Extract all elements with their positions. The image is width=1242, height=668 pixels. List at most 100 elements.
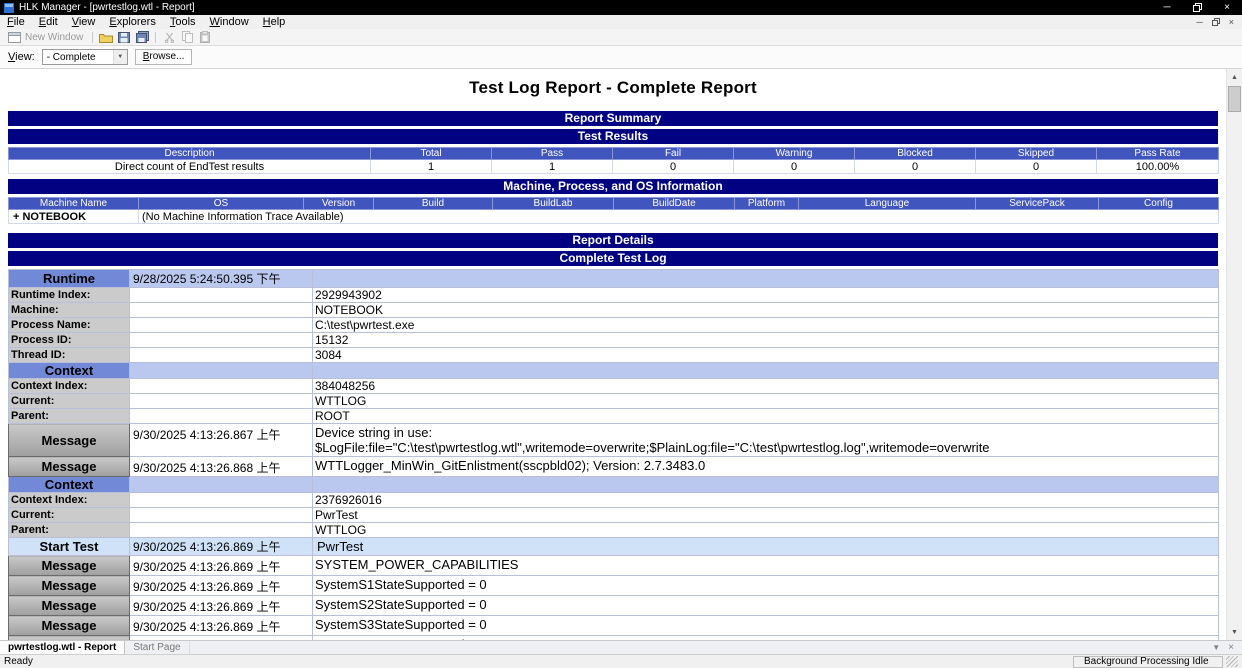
tab-pwrtestlog-wtl-report[interactable]: pwrtestlog.wtl - Report <box>0 641 125 654</box>
log-label-cell: Parent: <box>9 409 130 424</box>
paste-button[interactable] <box>196 30 214 45</box>
result-cell: 100.00% <box>1097 160 1219 174</box>
menubar: FileEditViewExplorersToolsWindowHelp ─ × <box>0 15 1242 29</box>
log-time-cell <box>130 523 313 538</box>
log-value-cell: NOTEBOOK <box>313 303 1219 318</box>
browse-button[interactable]: Browse... <box>135 49 193 65</box>
menu-explorers[interactable]: Explorers <box>102 16 162 28</box>
log-time-cell: 9/30/2025 4:13:26.869 上午 <box>130 596 313 616</box>
column-header: Blocked <box>855 148 976 160</box>
column-header: OS <box>139 198 304 210</box>
mdi-minimize-icon[interactable]: ─ <box>1196 18 1202 27</box>
menu-view[interactable]: View <box>65 16 103 28</box>
save-icon <box>118 32 130 43</box>
log-time-cell <box>130 493 313 508</box>
toolbar: New Window <box>0 29 1242 46</box>
toolbar-separator <box>155 32 156 43</box>
report-content-area: Test Log Report - Complete Report Report… <box>0 69 1242 640</box>
result-cell: 1 <box>492 160 613 174</box>
log-row-message: Message9/30/2025 4:13:26.869 上午SystemS3S… <box>9 616 1219 636</box>
machine-info-header: Machine, Process, and OS Information <box>8 179 1218 194</box>
column-header: ServicePack <box>976 198 1099 210</box>
log-time-cell <box>130 477 313 493</box>
close-tab-icon[interactable]: × <box>1228 643 1234 653</box>
menubar-items: FileEditViewExplorersToolsWindowHelp <box>0 15 292 29</box>
close-button[interactable]: × <box>1212 0 1242 15</box>
window-controls: ─ × <box>1152 0 1242 15</box>
log-time-cell: 9/30/2025 4:13:26.869 上午 <box>130 616 313 636</box>
column-header: Description <box>9 148 371 160</box>
log-time-cell <box>130 348 313 363</box>
log-value-cell: 15132 <box>313 333 1219 348</box>
scroll-down-arrow-icon[interactable]: ▼ <box>1227 624 1242 640</box>
titlebar: HLK Manager - [pwrtestlog.wtl - Report] … <box>0 0 1242 15</box>
tabstrip-controls: ▼ × <box>1212 641 1242 654</box>
document-tabstrip: pwrtestlog.wtl - ReportStart Page ▼ × <box>0 640 1242 654</box>
restore-button[interactable] <box>1182 0 1212 15</box>
log-row-section: Runtime9/28/2025 5:24:50.395 下午 <box>9 270 1219 288</box>
menu-tools[interactable]: Tools <box>163 16 203 28</box>
column-header: Pass <box>492 148 613 160</box>
menu-file[interactable]: File <box>0 16 32 28</box>
log-label-cell: Message <box>9 424 130 457</box>
save-all-button[interactable] <box>133 30 151 45</box>
column-header: Warning <box>734 148 855 160</box>
test-results-header-row: DescriptionTotalPassFailWarningBlockedSk… <box>9 148 1219 160</box>
log-label-cell: Context <box>9 477 130 493</box>
log-value-cell: SystemS3StateSupported = 0 <box>313 616 1219 636</box>
menu-edit[interactable]: Edit <box>32 16 65 28</box>
log-row-message: Message9/30/2025 4:13:26.867 上午Device st… <box>9 424 1219 457</box>
menu-help[interactable]: Help <box>256 16 293 28</box>
resize-grip[interactable] <box>1226 656 1238 667</box>
new-window-icon <box>8 32 21 43</box>
log-label-cell: Runtime <box>9 270 130 288</box>
vertical-scrollbar[interactable]: ▲ ▼ <box>1226 69 1242 640</box>
log-label-cell: Machine: <box>9 303 130 318</box>
log-label-cell: Process ID: <box>9 333 130 348</box>
tab-list-chevron-icon[interactable]: ▼ <box>1212 644 1220 652</box>
log-time-cell <box>130 379 313 394</box>
column-header: Platform <box>735 198 799 210</box>
machine-row: + NOTEBOOK(No Machine Information Trace … <box>9 210 1219 224</box>
result-cell: 0 <box>734 160 855 174</box>
log-row-field: Runtime Index:2929943902 <box>9 288 1219 303</box>
log-value-cell: PwrTest <box>313 508 1219 523</box>
machine-info-table: Machine NameOSVersionBuildBuildLabBuildD… <box>8 197 1219 224</box>
column-header: Version <box>304 198 374 210</box>
mdi-restore-icon[interactable] <box>1212 18 1220 26</box>
log-time-cell <box>130 318 313 333</box>
tab-start-page[interactable]: Start Page <box>125 641 189 654</box>
log-label-cell: Message <box>9 457 130 477</box>
open-file-button[interactable] <box>97 30 115 45</box>
log-label-cell: Message <box>9 576 130 596</box>
view-bar: View: - Complete ▼ Browse... <box>0 46 1242 69</box>
log-label-cell: Runtime Index: <box>9 288 130 303</box>
new-window-button[interactable]: New Window <box>3 32 88 43</box>
log-value-cell: SystemS1StateSupported = 0 <box>313 576 1219 596</box>
report-title: Test Log Report - Complete Report <box>8 78 1218 98</box>
log-label-cell: Message <box>9 556 130 576</box>
log-time-cell: 9/30/2025 4:13:26.868 上午 <box>130 457 313 477</box>
log-label-cell: Message <box>9 616 130 636</box>
cut-button[interactable] <box>160 30 178 45</box>
log-value-cell: 2376926016 <box>313 493 1219 508</box>
log-value-cell: SystemS2StateSupported = 0 <box>313 596 1219 616</box>
log-row-message: Message9/30/2025 4:13:26.869 上午SystemS4S… <box>9 636 1219 641</box>
log-label-cell: Current: <box>9 508 130 523</box>
minimize-button[interactable]: ─ <box>1152 0 1182 15</box>
save-button[interactable] <box>115 30 133 45</box>
machine-name-expander[interactable]: + NOTEBOOK <box>9 210 139 224</box>
scroll-up-arrow-icon[interactable]: ▲ <box>1227 69 1242 85</box>
copy-button[interactable] <box>178 30 196 45</box>
log-row-field: Context Index:2376926016 <box>9 493 1219 508</box>
mdi-close-icon[interactable]: × <box>1229 18 1234 27</box>
log-row-field: Machine: NOTEBOOK <box>9 303 1219 318</box>
view-select[interactable]: - Complete ▼ <box>42 49 128 65</box>
column-header: Build <box>374 198 493 210</box>
chevron-down-icon[interactable]: ▼ <box>113 50 127 64</box>
scrollbar-thumb[interactable] <box>1228 86 1241 112</box>
menu-window[interactable]: Window <box>203 16 256 28</box>
background-processing-panel: Background Processing Idle <box>1073 656 1223 668</box>
log-value-cell: PwrTest <box>313 538 1219 556</box>
log-value-cell: SystemS4StateSupported = 1 <box>313 636 1219 641</box>
